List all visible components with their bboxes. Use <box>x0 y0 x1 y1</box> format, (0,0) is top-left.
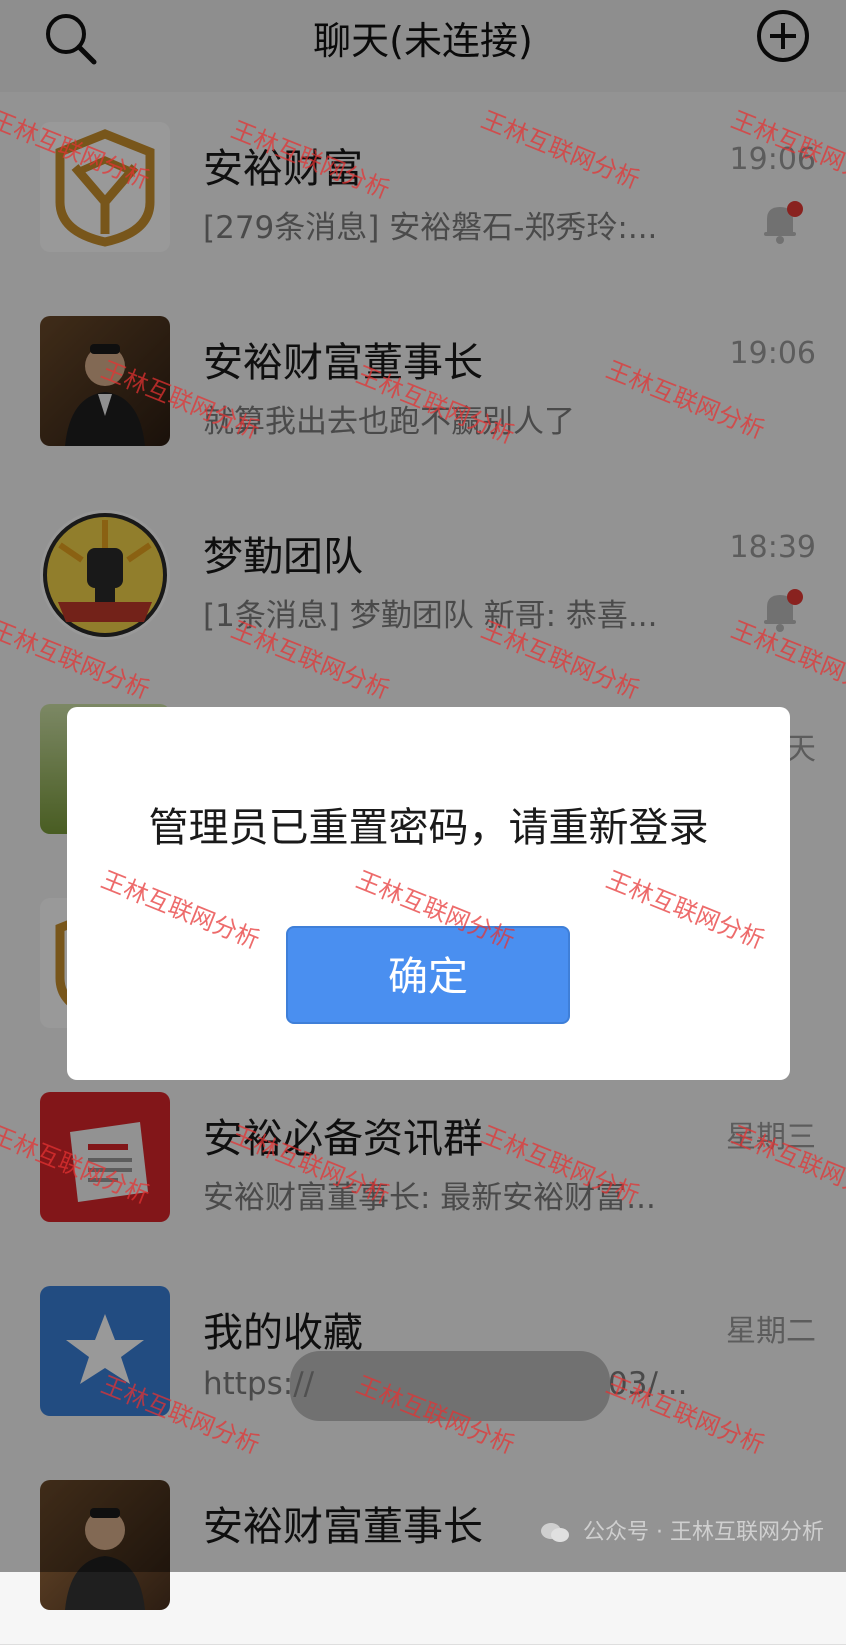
dialog-message: 管理员已重置密码，请重新登录 <box>148 805 709 851</box>
alert-dialog: 管理员已重置密码，请重新登录 确定 <box>67 707 790 1080</box>
footer-credit-text: 公众号 · 王林互联网分析 <box>583 1520 824 1545</box>
wechat-icon <box>541 1523 569 1542</box>
confirm-button[interactable]: 确定 <box>286 926 570 1024</box>
footer-credit: 公众号 · 王林互联网分析 <box>540 1514 824 1546</box>
